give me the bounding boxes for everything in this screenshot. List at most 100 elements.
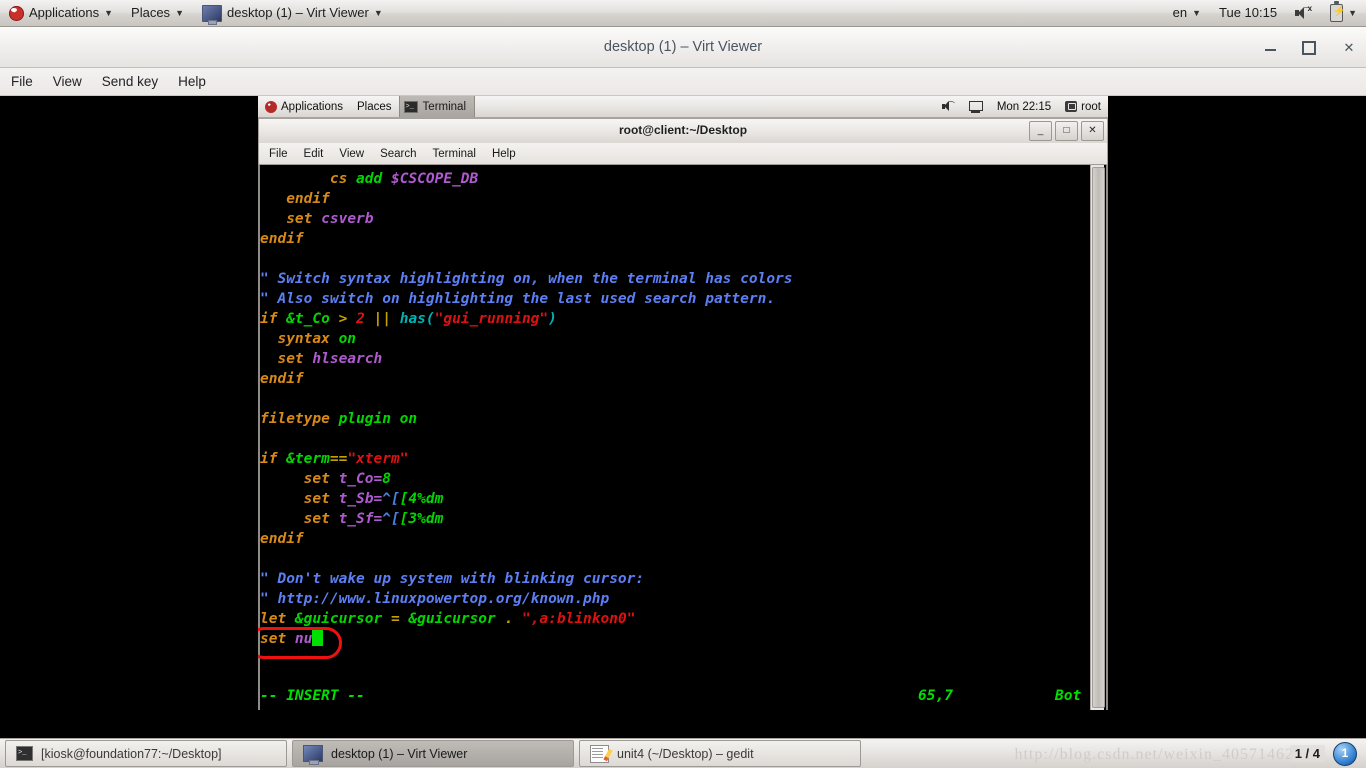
terminal-scrollbar-thumb[interactable]: [1092, 167, 1105, 708]
guest-desktop: Applications Places >_ Terminal ⌒ Mon 22…: [258, 96, 1108, 738]
guest-window-button-label: Terminal: [422, 100, 467, 113]
vim-token: t_Sb=: [338, 491, 383, 507]
guest-clock[interactable]: Mon 22:15: [990, 101, 1058, 113]
vim-token: 8: [382, 471, 391, 487]
terminal-icon: >_: [403, 100, 418, 113]
taskbar-item-label: unit4 (~/Desktop) – gedit: [617, 746, 754, 761]
window-selector[interactable]: desktop (1) – Virt Viewer ▼: [193, 0, 392, 26]
menu-file[interactable]: File: [0, 74, 43, 89]
taskbar-item-kiosk-terminal[interactable]: >_ [kiosk@foundation77:~/Desktop]: [5, 740, 287, 767]
vim-token: plugin on: [338, 411, 418, 427]
vim-token: [3%dm: [399, 511, 444, 527]
terminal-icon: >_: [16, 746, 33, 761]
vim-line: " Also switch on highlighting the last u…: [260, 289, 793, 309]
terminal-menu-edit[interactable]: Edit: [296, 148, 332, 160]
monitor-icon: [303, 745, 323, 765]
volume-muted-icon[interactable]: ⌒ x: [1286, 0, 1321, 26]
vim-token: csverb: [321, 211, 374, 227]
virt-viewer-title: desktop (1) – Virt Viewer: [603, 39, 763, 55]
vim-token: hlsearch: [312, 351, 383, 367]
chevron-down-icon: ▼: [1348, 7, 1357, 18]
vim-token: add: [356, 171, 391, 187]
vim-token: $CSCOPE_DB: [390, 171, 479, 187]
user-icon: [1065, 101, 1078, 112]
vim-token: " http://www.linuxpowertop.org/known.php: [260, 591, 610, 607]
vim-token: ^[: [382, 511, 400, 527]
terminal-scrollbar[interactable]: [1090, 165, 1105, 710]
vim-token: "xterm": [347, 451, 409, 467]
taskbar-item-virt-viewer[interactable]: desktop (1) – Virt Viewer: [292, 740, 574, 767]
vim-token: filetype: [260, 411, 339, 427]
vim-line: cs add $CSCOPE_DB: [260, 169, 793, 189]
terminal-body[interactable]: cs add $CSCOPE_DB endif set csverb endif …: [258, 165, 1108, 710]
guest-places-label: Places: [357, 100, 392, 113]
vim-token: " Also switch on highlighting the last u…: [260, 291, 776, 307]
terminal-minimize-button[interactable]: _: [1029, 121, 1052, 141]
vim-cursor-position: 65,7: [918, 688, 953, 704]
terminal-menu-help[interactable]: Help: [484, 148, 524, 160]
red-hat-logo-icon: [265, 100, 277, 113]
vim-token: on: [338, 331, 357, 347]
menu-view[interactable]: View: [43, 74, 92, 89]
keyboard-layout-label: en: [1172, 5, 1188, 20]
vim-line: syntax on: [260, 329, 793, 349]
vim-token: =: [382, 611, 409, 627]
chevron-down-icon: ▼: [1192, 7, 1202, 18]
vim-token: cs: [329, 171, 357, 187]
vim-token: &t_Co: [286, 311, 330, 327]
chevron-down-icon: ▼: [175, 7, 184, 18]
window-selector-label: desktop (1) – Virt Viewer: [226, 5, 369, 20]
guest-network-indicator[interactable]: [962, 100, 990, 113]
vim-line: let &guicursor = &guicursor . ",a:blinko…: [260, 609, 793, 629]
vim-line: [260, 429, 793, 449]
network-icon: [968, 100, 983, 113]
chevron-down-icon: ▼: [104, 7, 114, 18]
maximize-button[interactable]: [1302, 40, 1316, 55]
battery-indicator[interactable]: ⚡ ▼: [1321, 0, 1366, 26]
host-top-panel: Applications ▼ Places ▼ desktop (1) – Vi…: [0, 0, 1366, 27]
vim-token: " Switch syntax highlighting on, when th…: [260, 271, 793, 287]
vim-token: [260, 171, 330, 187]
terminal-menu-search[interactable]: Search: [372, 148, 424, 160]
vim-token: &term: [286, 451, 330, 467]
vim-line: set t_Sb=^[[4%dm: [260, 489, 793, 509]
speaker-icon: ⌒: [941, 101, 955, 112]
screen: Applications ▼ Places ▼ desktop (1) – Vi…: [0, 0, 1366, 768]
guest-user-menu[interactable]: root: [1058, 101, 1108, 113]
places-menu[interactable]: Places ▼: [122, 0, 193, 26]
host-workspace-count: 1 / 4: [1289, 745, 1325, 762]
terminal-menu-terminal[interactable]: Terminal: [425, 148, 484, 160]
terminal-close-button[interactable]: ✕: [1081, 121, 1104, 141]
guest-volume-indicator[interactable]: ⌒: [935, 101, 962, 112]
vim-token: endif: [286, 191, 330, 207]
gedit-icon: [590, 744, 609, 763]
terminal-menu-file[interactable]: File: [259, 148, 296, 160]
guest-applications-menu[interactable]: Applications: [258, 100, 350, 113]
host-workspace-badge[interactable]: 1: [1333, 741, 1357, 766]
menu-send-key[interactable]: Send key: [92, 74, 168, 89]
vim-line: endif: [260, 529, 793, 549]
taskbar-item-gedit[interactable]: unit4 (~/Desktop) – gedit: [579, 740, 861, 767]
vim-line: " Don't wake up system with blinking cur…: [260, 569, 793, 589]
vim-token: &guicursor: [294, 611, 383, 627]
monitor-icon: [201, 4, 222, 25]
close-button[interactable]: ✕: [1342, 41, 1356, 54]
vim-line: if &t_Co > 2 || has("gui_running"): [260, 309, 793, 329]
vim-token: ^[: [382, 491, 400, 507]
guest-window-button-terminal[interactable]: >_ Terminal: [398, 96, 476, 117]
vim-line: set t_Co=8: [260, 469, 793, 489]
virt-viewer-titlebar: desktop (1) – Virt Viewer ✕: [0, 27, 1366, 68]
terminal-menu-view[interactable]: View: [331, 148, 372, 160]
host-workspace-switcher: 1 / 4 1: [1289, 741, 1357, 766]
guest-places-menu[interactable]: Places: [350, 101, 399, 113]
minimize-button[interactable]: [1265, 48, 1276, 51]
vim-mode-indicator: -- INSERT --: [260, 688, 365, 704]
menu-help[interactable]: Help: [168, 74, 216, 89]
clock[interactable]: Tue 10:15: [1210, 0, 1286, 26]
vim-line: endif: [260, 229, 793, 249]
keyboard-layout-indicator[interactable]: en ▼: [1164, 0, 1210, 26]
applications-menu[interactable]: Applications ▼: [0, 0, 122, 26]
vim-token: endif: [260, 531, 304, 547]
vim-buffer[interactable]: cs add $CSCOPE_DB endif set csverb endif …: [260, 169, 793, 649]
terminal-maximize-button[interactable]: □: [1055, 121, 1078, 141]
